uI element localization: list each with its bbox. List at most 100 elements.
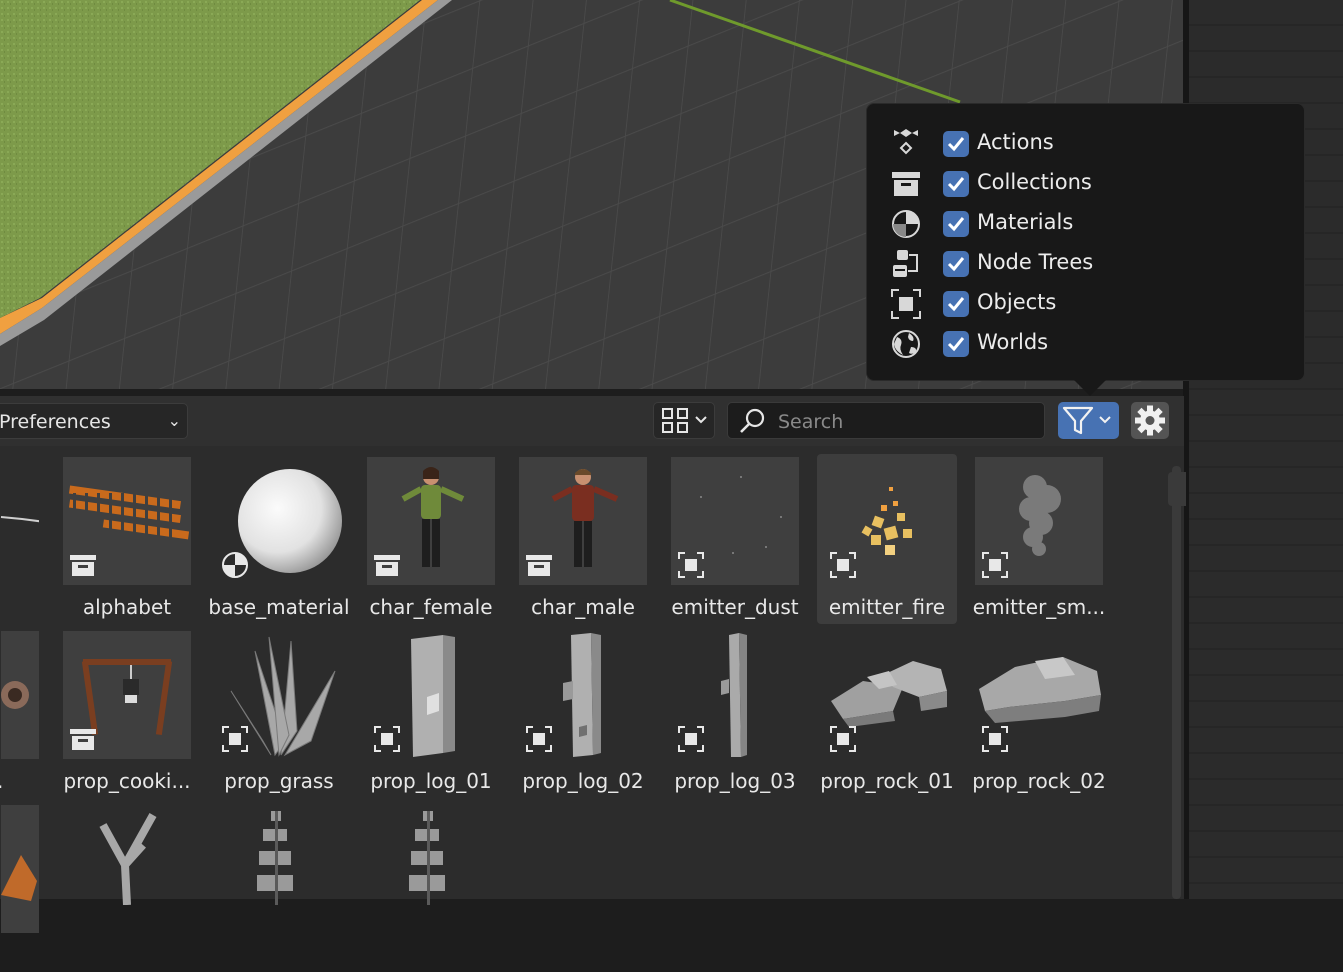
library-dropdown[interactable]: Preferences ⌄ — [0, 403, 188, 439]
asset-item[interactable]: prop_log_02 — [507, 628, 659, 798]
asset-thumbnail — [1, 805, 39, 933]
search-icon — [740, 408, 765, 433]
tent-preview — [1, 855, 37, 901]
search-field[interactable] — [727, 402, 1045, 440]
materials-checkbox[interactable] — [943, 211, 969, 237]
checkmark-icon — [947, 177, 965, 192]
asset-thumbnail — [519, 457, 647, 585]
object-icon — [982, 726, 1008, 752]
asset-thumbnail — [975, 457, 1103, 585]
filter-icon — [1062, 406, 1111, 435]
asset-name: alphabet — [82, 595, 172, 619]
dead-tree-preview — [99, 813, 157, 906]
asset-name: emitter_sm... — [972, 595, 1106, 619]
collections-checkbox[interactable] — [943, 171, 969, 197]
asset-name: prop_log_01 — [370, 769, 492, 793]
node-tree-icon — [893, 250, 918, 277]
object-icon — [830, 552, 856, 578]
object-icon — [374, 726, 400, 752]
action-icon — [894, 129, 918, 155]
asset-thumbnail — [1, 631, 39, 759]
asset-thumbnail — [0, 457, 52, 585]
asset-name: prop_log_03 — [674, 769, 796, 793]
curve-preview — [0, 516, 52, 524]
collection-icon — [70, 555, 96, 576]
asset-item[interactable] — [203, 802, 355, 972]
asset-item-selected[interactable]: emitter_fire — [817, 454, 957, 624]
filter-row-worlds[interactable]: Worlds — [889, 325, 1289, 361]
asset-item[interactable]: emitter_dust — [659, 454, 811, 624]
thumbnail-grid-icon — [662, 408, 707, 433]
node-trees-checkbox[interactable] — [943, 251, 969, 277]
filter-label: Node Trees — [977, 250, 1094, 274]
filter-label: Worlds — [977, 330, 1049, 354]
search-input[interactable] — [776, 403, 1040, 440]
asset-item[interactable]: prop_rock_01 — [811, 628, 963, 798]
asset-name: emitter_fire — [828, 595, 946, 619]
asset-item[interactable]: char_female — [355, 454, 507, 624]
pine-tree-preview — [257, 811, 293, 905]
asset-thumbnail — [823, 631, 951, 759]
asset-item[interactable]: prop_log_03 — [659, 628, 811, 798]
asset-name: char_male — [531, 595, 635, 619]
asset-item[interactable] — [355, 802, 507, 972]
asset-thumbnail — [671, 457, 799, 585]
collection-icon — [374, 555, 400, 576]
campfire-preview — [1, 681, 29, 709]
asset-item[interactable]: prop_rock_02 — [963, 628, 1115, 798]
asset-thumbnail — [215, 631, 343, 759]
asset-item[interactable]: char_male — [507, 454, 659, 624]
asset-name: emitter_dust — [671, 595, 799, 619]
asset-item[interactable]: prop_log_01 — [355, 628, 507, 798]
asset-item[interactable]: prop_cooki... — [51, 628, 203, 798]
collection-icon — [526, 555, 552, 576]
asset-name: base_material — [208, 595, 350, 619]
asset-item[interactable] — [0, 802, 51, 972]
worlds-checkbox[interactable] — [943, 331, 969, 357]
asset-item[interactable]: prop_grass — [203, 628, 355, 798]
filter-row-actions[interactable]: Actions — [889, 125, 1289, 161]
asset-name: prop_rock_01 — [820, 769, 954, 793]
filter-row-node-trees[interactable]: Node Trees — [889, 245, 1289, 281]
scrollbar[interactable] — [1172, 466, 1181, 899]
library-label: Preferences — [0, 411, 111, 433]
asset-thumbnail — [823, 457, 951, 585]
filter-label: Actions — [977, 130, 1054, 154]
display-mode-button[interactable] — [653, 402, 715, 439]
asset-name: char_female — [369, 595, 493, 619]
asset-item[interactable]: emitter_sm... — [963, 454, 1115, 624]
filter-button[interactable] — [1058, 402, 1119, 439]
actions-checkbox[interactable] — [943, 131, 969, 157]
object-icon — [830, 726, 856, 752]
checkmark-icon — [947, 137, 965, 152]
filter-label: Materials — [977, 210, 1074, 234]
filter-row-objects[interactable]: Objects — [889, 285, 1289, 321]
world-icon — [892, 330, 920, 358]
chevron-down-icon: ⌄ — [167, 411, 181, 430]
asset-thumbnail — [215, 457, 343, 585]
asset-thumbnail — [63, 631, 191, 759]
asset-thumbnail — [367, 631, 495, 759]
asset-thumbnail — [519, 631, 647, 759]
asset-thumbnail — [63, 457, 191, 585]
asset-item[interactable] — [51, 802, 203, 972]
objects-checkbox[interactable] — [943, 291, 969, 317]
filter-row-collections[interactable]: Collections — [889, 165, 1289, 201]
filter-label: Objects — [977, 290, 1057, 314]
checkmark-icon — [947, 257, 965, 272]
asset-thumbnail — [367, 805, 495, 933]
asset-name: prop_log_02 — [522, 769, 644, 793]
asset-item[interactable]: base_material — [203, 454, 355, 624]
checkmark-icon — [947, 217, 965, 232]
collection-icon — [892, 172, 920, 196]
asset-item[interactable]: alphabet — [51, 454, 203, 624]
object-icon — [526, 726, 552, 752]
settings-button[interactable] — [1131, 402, 1169, 439]
filter-label: Collections — [977, 170, 1092, 194]
pine-tree-preview — [409, 811, 445, 905]
asset-name: prop_cooki... — [63, 769, 191, 793]
asset-thumbnail — [215, 805, 343, 933]
material-icon — [892, 210, 920, 238]
filter-row-materials[interactable]: Materials — [889, 205, 1289, 241]
popover-pointer — [1074, 380, 1106, 396]
